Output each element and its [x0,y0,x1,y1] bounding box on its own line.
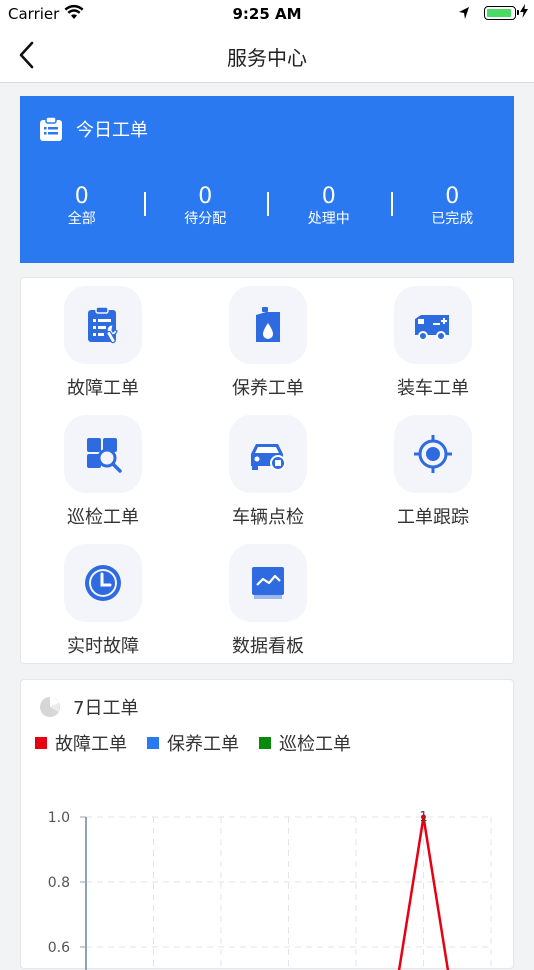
inspect-search-icon [64,415,142,493]
page-title: 服务中心 [227,46,307,70]
dashboard-monitor-icon [229,544,307,622]
car-check-icon [229,415,307,493]
clipboard-icon [38,116,64,142]
weekly-line-chart: 1.0 0.8 0.6 1 [48,810,492,970]
data-label: 1 [419,810,427,825]
location-arrow-icon [458,6,470,24]
stat-value: 0 [198,184,213,209]
stat-label: 待分配 [184,211,227,227]
clipboard-wrench-icon [64,286,142,364]
today-orders-card: 今日工单 0 全部 0 待分配 0 处理中 0 已完成 [20,96,514,263]
target-icon [394,415,472,493]
stat-value: 0 [321,184,336,209]
stat-value: 0 [445,184,460,209]
stat-label: 处理中 [307,211,350,227]
clock-icon [64,544,142,622]
menu-label: 实时故障 [67,636,139,657]
status-bar: Carrier 9:25 AM [0,0,534,28]
menu-label: 工单跟踪 [397,507,469,528]
today-orders-title: 今日工单 [76,120,148,141]
menu-label: 数据看板 [232,636,304,657]
menu-label: 车辆点检 [232,507,304,528]
menu-data-dashboard[interactable]: 数据看板 [203,536,333,657]
service-menu-card: 故障工单 保养工单 装车工单 巡检工单 车辆点检 工单跟踪 实时故障 数据看板 [20,277,514,664]
weekly-orders-card: 7日工单 故障工单 保养工单 巡检工单 1.0 0.8 0.6 1 [20,679,514,970]
menu-label: 故障工单 [67,378,139,399]
stat-pending-assign[interactable]: 0 待分配 [143,184,268,234]
y-tick-label: 0.6 [48,940,70,956]
clock-time: 9:25 AM [232,5,302,23]
menu-realtime-fault[interactable]: 实时故障 [38,536,168,657]
stat-label: 全部 [67,211,96,227]
stats-row: 0 全部 0 待分配 0 处理中 0 已完成 [20,184,514,234]
menu-inspection-order[interactable]: 巡检工单 [38,407,168,528]
menu-label: 保养工单 [232,378,304,399]
stat-in-progress[interactable]: 0 处理中 [267,184,391,234]
battery-icon [484,6,519,20]
menu-label: 巡检工单 [67,507,139,528]
stat-value: 0 [74,184,89,209]
stat-completed[interactable]: 0 已完成 [390,184,515,234]
nav-bar: 服务中心 [0,28,534,83]
menu-loading-order[interactable]: 装车工单 [368,278,498,399]
menu-label: 装车工单 [397,378,469,399]
menu-fault-order[interactable]: 故障工单 [38,278,168,399]
charging-bolt-icon [520,4,528,22]
y-tick-label: 0.8 [48,875,70,891]
oil-can-icon [229,286,307,364]
y-tick-label: 1.0 [48,810,70,826]
stat-label: 已完成 [431,211,474,227]
menu-order-tracking[interactable]: 工单跟踪 [368,407,498,528]
menu-maintenance-order[interactable]: 保养工单 [203,278,333,399]
truck-icon [394,286,472,364]
stat-all[interactable]: 0 全部 [20,184,144,234]
menu-vehicle-check[interactable]: 车辆点检 [203,407,333,528]
